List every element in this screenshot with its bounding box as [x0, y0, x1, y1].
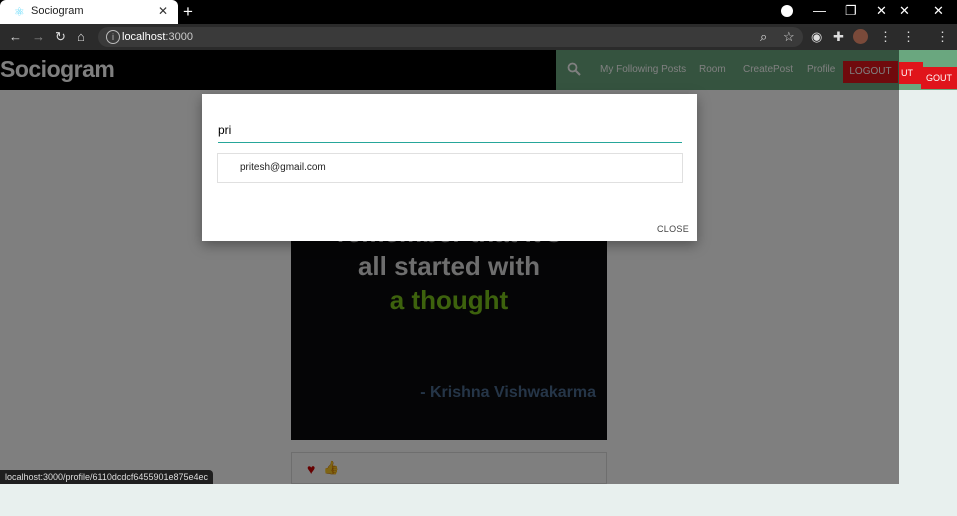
browser-tab-bar: ⚛ Sociogram ✕ + — ❐ ✕ ✕ ✕	[0, 0, 957, 24]
overflow-logout-a[interactable]: UT	[899, 62, 923, 84]
menu-kebab-icon-2[interactable]: ⋮	[902, 28, 915, 46]
menu-kebab-icon[interactable]: ⋮	[879, 28, 892, 46]
overflow-logout-b[interactable]: GOUT	[921, 67, 957, 89]
extension-badge-icon[interactable]: ◉	[811, 28, 822, 46]
overflow-strip: UT GOUT	[899, 50, 957, 484]
close-window-icon[interactable]: ✕	[876, 3, 887, 19]
extensions-puzzle-icon[interactable]: ✚	[833, 28, 844, 46]
media-icon[interactable]	[781, 5, 793, 17]
search-input[interactable]	[218, 118, 682, 143]
info-icon[interactable]: i	[106, 30, 120, 44]
close-window-icon-2[interactable]: ✕	[899, 3, 910, 19]
bookmark-star-icon[interactable]: ☆	[783, 28, 795, 46]
browser-toolbar: ← → ↻ ⌂ i localhost:3000 ⌕ ☆ ◉ ✚ ⋮ ⋮ ⋮	[0, 24, 957, 50]
close-window-icon-3[interactable]: ✕	[933, 3, 944, 19]
page-viewport: Sociogram My Following Posts Room Create…	[0, 50, 899, 484]
tab-title: Sociogram	[31, 5, 84, 17]
back-icon[interactable]: ←	[9, 28, 22, 46]
menu-kebab-icon-3[interactable]: ⋮	[936, 28, 949, 46]
forward-icon[interactable]: →	[32, 28, 45, 46]
address-text: localhost:3000	[122, 31, 193, 43]
restore-icon[interactable]: ❐	[845, 3, 857, 19]
minimize-icon[interactable]: —	[813, 3, 826, 18]
zoom-icon[interactable]: ⌕	[760, 28, 767, 46]
close-button[interactable]: CLOSE	[657, 224, 689, 234]
search-modal: pritesh@gmail.com CLOSE	[202, 94, 697, 241]
link-status-bar: localhost:3000/profile/6110dcdcf6455901e…	[0, 470, 213, 484]
home-icon[interactable]: ⌂	[77, 28, 85, 46]
react-icon: ⚛	[14, 5, 25, 19]
address-bar[interactable]: i localhost:3000	[98, 27, 803, 47]
profile-avatar[interactable]	[853, 29, 868, 44]
browser-tab[interactable]: ⚛ Sociogram ✕	[0, 0, 178, 24]
tab-close-icon[interactable]: ✕	[158, 4, 168, 18]
reload-icon[interactable]: ↻	[55, 28, 66, 46]
new-tab-icon[interactable]: +	[183, 2, 193, 22]
search-result-item[interactable]: pritesh@gmail.com	[240, 162, 326, 173]
search-results: pritesh@gmail.com	[217, 153, 683, 183]
